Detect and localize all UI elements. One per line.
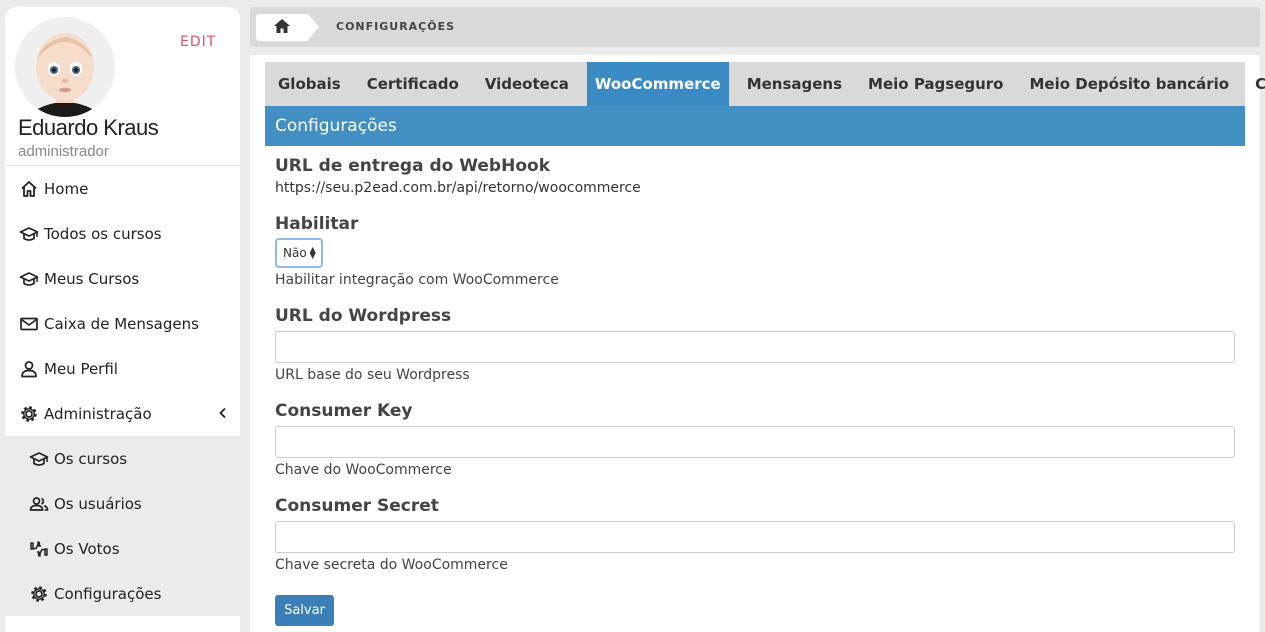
wordpress-url-help: URL base do seu Wordpress	[275, 367, 470, 383]
habilitar-select[interactable]: Não ▲ ▼	[275, 238, 323, 268]
sidebar-item-os-usuarios[interactable]: Os usuários	[5, 481, 240, 526]
sidebar-item-home[interactable]: Home	[5, 166, 240, 211]
graduation-cap-icon	[19, 224, 39, 244]
save-button[interactable]: Salvar	[275, 595, 334, 626]
mail-icon	[19, 314, 39, 334]
wordpress-url-label: URL do Wordpress	[275, 306, 452, 326]
gear-icon	[29, 584, 49, 604]
sidebar-item-label: Todos os cursos	[44, 224, 162, 243]
consumer-secret-help: Chave secreta do WooCommerce	[275, 557, 508, 573]
consumer-key-input[interactable]	[275, 426, 1235, 458]
breadcrumb-current: CONFIGURAÇÕES	[336, 20, 456, 33]
consumer-key-label: Consumer Key	[275, 401, 413, 421]
sidebar-item-label: Home	[44, 179, 89, 198]
tab-mensagens[interactable]: Mensagens	[734, 62, 855, 106]
user-name: Eduardo Kraus	[18, 115, 159, 140]
sidebar-item-label: Os Votos	[54, 539, 120, 558]
tab-videoteca[interactable]: Videoteca	[472, 62, 582, 106]
tab-meio-dep-sito-banc-rio[interactable]: Meio Depósito bancário	[1017, 62, 1243, 106]
home-icon	[273, 18, 291, 38]
webhook-label: URL de entrega do WebHook	[275, 156, 550, 176]
tab-globais[interactable]: Globais	[265, 62, 354, 106]
settings-tabs: Globais Certificado Videoteca WooCommerce Me…	[265, 62, 1265, 106]
breadcrumb: CONFIGURAÇÕES	[250, 7, 1260, 47]
consumer-secret-group: Consumer Secret Chave secreta do WooComm…	[275, 496, 1235, 573]
sidebar-item-administracao[interactable]: Administração	[5, 391, 240, 436]
habilitar-group: Habilitar Não ▲ ▼ Habilitar integração co…	[275, 214, 1235, 288]
tab-cache[interactable]: Cache	[1242, 62, 1265, 106]
main-content: Globais Certificado Videoteca WooCommerce Me…	[250, 55, 1265, 632]
tab-certificado[interactable]: Certificado	[354, 62, 472, 106]
sidebar-item-meus-cursos[interactable]: Meus Cursos	[5, 256, 240, 301]
graduation-cap-icon	[19, 269, 39, 289]
users-icon	[29, 494, 49, 514]
section-title: Configurações	[265, 106, 1245, 146]
gear-icon	[19, 404, 39, 424]
wordpress-group: URL do Wordpress URL base do seu Wordpre…	[275, 306, 1235, 383]
sidebar-item-label: Administração	[44, 404, 152, 423]
webhook-group: URL de entrega do WebHook https://seu.p2…	[275, 156, 1235, 196]
sidebar-item-todos-os-cursos[interactable]: Todos os cursos	[5, 211, 240, 256]
profile-card: EDIT Eduardo Kraus administrador	[5, 7, 240, 166]
sidebar-item-label: Meu Perfil	[44, 359, 118, 378]
user-icon	[19, 359, 39, 379]
sidebar-nav: Home Todos os cursos Meus Cursos Caixa d…	[5, 166, 240, 436]
graduation-cap-icon	[29, 449, 49, 469]
habilitar-label: Habilitar	[275, 214, 359, 234]
breadcrumb-home[interactable]	[256, 14, 319, 41]
chevron-left-icon[interactable]	[218, 405, 228, 423]
sidebar-item-label: Meus Cursos	[44, 269, 140, 288]
consumer-key-help: Chave do WooCommerce	[275, 462, 452, 478]
sidebar-item-label: Os cursos	[54, 449, 128, 468]
habilitar-help: Habilitar integração com WooCommerce	[275, 272, 559, 288]
tab-meio-pagseguro[interactable]: Meio Pagseguro	[855, 62, 1016, 106]
consumer-key-group: Consumer Key Chave do WooCommerce	[275, 401, 1235, 478]
sidebar-item-meu-perfil[interactable]: Meu Perfil	[5, 346, 240, 391]
sidebar-item-configuracoes[interactable]: Configurações	[5, 571, 240, 616]
webhook-url: https://seu.p2ead.com.br/api/retorno/woo…	[275, 180, 641, 196]
sidebar-item-label: Configurações	[54, 584, 162, 603]
consumer-secret-label: Consumer Secret	[275, 496, 439, 516]
avatar[interactable]	[15, 17, 115, 117]
consumer-secret-input[interactable]	[275, 521, 1235, 553]
sidebar-item-caixa-de-mensagens[interactable]: Caixa de Mensagens	[5, 301, 240, 346]
home-icon	[19, 179, 39, 199]
sidebar-item-os-cursos[interactable]: Os cursos	[5, 436, 240, 481]
woocommerce-form: URL de entrega do WebHook https://seu.p2…	[275, 156, 1235, 573]
habilitar-selected-value: Não	[283, 246, 307, 260]
admin-subnav: Os cursos Os usuários Os Votos Configura…	[5, 436, 240, 616]
sidebar: EDIT Eduardo Kraus administrador Home To…	[5, 7, 240, 632]
tab-woocommerce[interactable]: WooCommerce	[586, 62, 729, 106]
thumbs-icon	[29, 539, 49, 559]
user-role: administrador	[18, 143, 109, 160]
edit-profile-link[interactable]: EDIT	[180, 34, 216, 50]
select-arrows-icon: ▲ ▼	[309, 245, 316, 260]
sidebar-item-label: Os usuários	[54, 494, 142, 513]
sidebar-item-os-votos[interactable]: Os Votos	[5, 526, 240, 571]
wordpress-url-input[interactable]	[275, 331, 1235, 363]
sidebar-item-label: Caixa de Mensagens	[44, 314, 199, 333]
